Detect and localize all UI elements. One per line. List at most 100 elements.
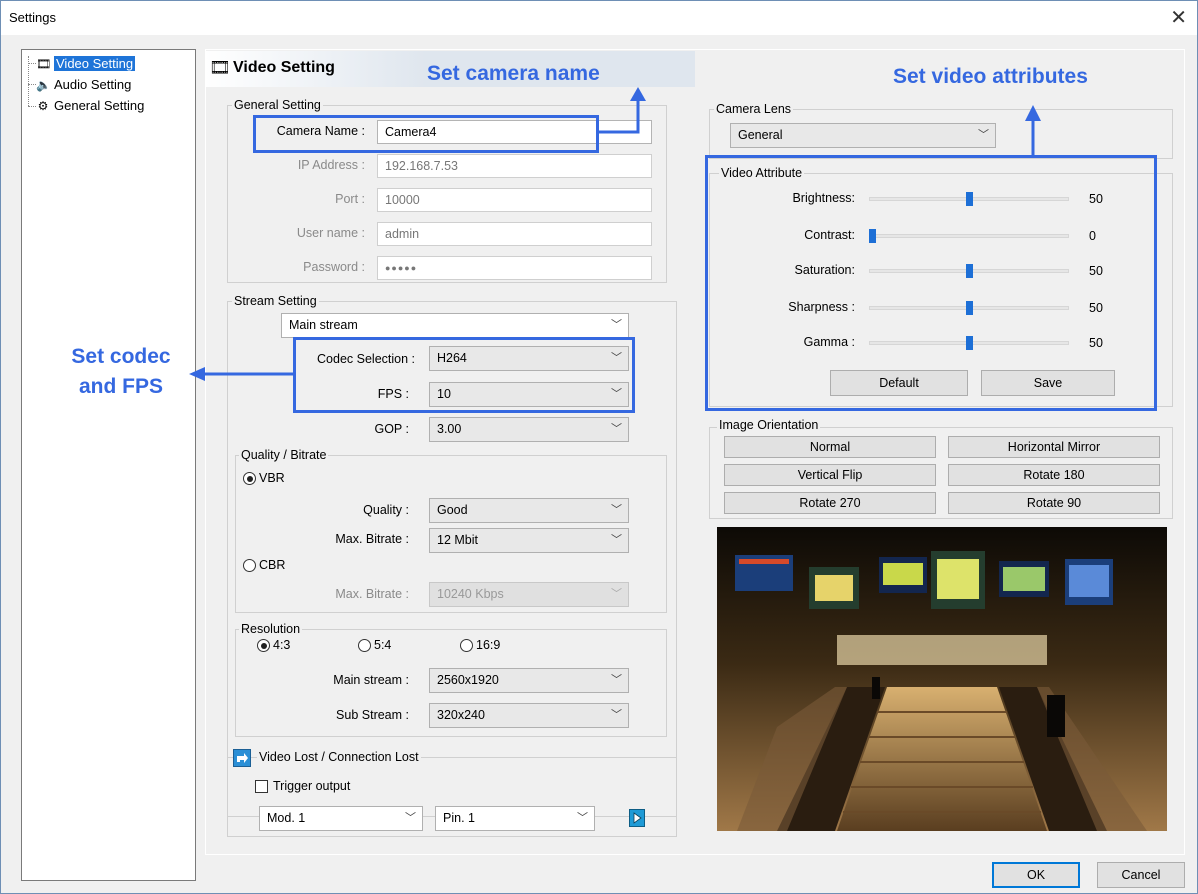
close-icon[interactable]: ✕ <box>1170 5 1187 30</box>
group-title: Quality / Bitrate <box>239 448 329 462</box>
camera-lens-select[interactable]: General ﹀ <box>730 123 996 148</box>
codec-fps-arrow <box>189 367 295 381</box>
cbr-max-bitrate-value: 10240 Kbps <box>437 587 504 601</box>
group-title: Image Orientation <box>717 418 821 432</box>
quality-select-value: Good <box>437 503 468 517</box>
rotate-180-button[interactable]: Rotate 180 <box>948 464 1160 486</box>
tree-item-label: General Setting <box>54 98 145 113</box>
horizontal-mirror-button[interactable]: Horizontal Mirror <box>948 436 1160 458</box>
group-title: Resolution <box>239 622 303 636</box>
export-icon[interactable] <box>233 749 251 767</box>
max-bitrate-label: Max. Bitrate : <box>335 532 409 546</box>
group-title: Video Lost / Connection Lost <box>257 750 421 764</box>
video-attributes-callout: Set video attributes <box>893 65 1088 88</box>
trigger-output-checkbox[interactable] <box>255 780 268 793</box>
chevron-down-icon: ﹀ <box>611 423 622 435</box>
stream-select-value: Main stream <box>289 318 358 332</box>
quality-select[interactable]: Good ﹀ <box>429 498 629 523</box>
sub-stream-resolution-select[interactable]: 320x240 ﹀ <box>429 703 629 728</box>
mod-select[interactable]: Mod. 1 ﹀ <box>259 806 423 831</box>
tree-item-video-setting[interactable]: 🎞 Video Setting <box>36 55 136 73</box>
pin-select-value: Pin. 1 <box>443 811 475 825</box>
chevron-down-icon: ﹀ <box>611 674 622 686</box>
film-icon: 🎞 <box>209 58 231 77</box>
main-stream-label: Main stream : <box>333 673 409 687</box>
quality-label: Quality : <box>363 503 409 517</box>
max-bitrate-select[interactable]: 12 Mbit ﹀ <box>429 528 629 553</box>
vbr-radio[interactable] <box>243 472 256 485</box>
group-title: Stream Setting <box>232 294 319 308</box>
vbr-label: VBR <box>259 471 285 485</box>
video-attributes-highlight <box>705 155 1157 411</box>
chevron-down-icon: ﹀ <box>611 588 622 600</box>
mod-select-value: Mod. 1 <box>267 811 306 825</box>
gop-select-value: 3.00 <box>437 422 462 436</box>
cbr-max-bitrate-label: Max. Bitrate : <box>335 587 409 601</box>
codec-fps-callout-line2: and FPS <box>78 375 163 398</box>
vertical-flip-button[interactable]: Vertical Flip <box>724 464 936 486</box>
main-stream-resolution-value: 2560x1920 <box>437 673 499 687</box>
chevron-down-icon: ﹀ <box>405 812 416 824</box>
sub-stream-resolution-value: 320x240 <box>437 708 485 722</box>
settings-window: Settings ✕ 🎞 Video Setting 🔈 Audio Setting… <box>0 0 1198 894</box>
tree-connector <box>28 63 36 64</box>
trigger-output-label: Trigger output <box>273 779 351 793</box>
video-attributes-arrow <box>1025 105 1041 157</box>
tree-connector <box>28 84 36 85</box>
camera-name-highlight <box>253 115 599 153</box>
chevron-down-icon: ﹀ <box>611 709 622 721</box>
max-bitrate-select-value: 12 Mbit <box>437 533 478 547</box>
tree-item-audio-setting[interactable]: 🔈 Audio Setting <box>36 76 131 94</box>
tree-item-label: Audio Setting <box>54 77 132 92</box>
ratio-5-4-radio[interactable] <box>358 639 371 652</box>
port-field[interactable]: 10000 <box>377 188 652 212</box>
speaker-icon: 🔈 <box>36 78 51 92</box>
cancel-button[interactable]: Cancel <box>1097 862 1185 888</box>
main-stream-resolution-select[interactable]: 2560x1920 ﹀ <box>429 668 629 693</box>
ratio-4-3-label: 4:3 <box>273 638 291 652</box>
settings-tree: 🎞 Video Setting 🔈 Audio Setting ⚙ General S… <box>21 49 196 881</box>
stream-select[interactable]: Main stream ﹀ <box>281 313 629 338</box>
preview-scene <box>717 527 1167 831</box>
gop-label: GOP : <box>374 422 409 436</box>
ratio-4-3-radio[interactable] <box>257 639 270 652</box>
camera-name-arrow <box>598 87 646 134</box>
port-label: Port : <box>335 192 365 206</box>
ratio-16-9-label: 16:9 <box>476 638 501 652</box>
play-arrow-icon[interactable] <box>629 809 645 827</box>
cbr-max-bitrate-select[interactable]: 10240 Kbps ﹀ <box>429 582 629 607</box>
rotate-270-button[interactable]: Rotate 270 <box>724 492 936 514</box>
cbr-radio[interactable] <box>243 559 256 572</box>
camera-name-callout: Set camera name <box>427 62 600 85</box>
user-name-field[interactable]: admin <box>377 222 652 246</box>
chevron-down-icon: ﹀ <box>611 504 622 516</box>
film-icon: 🎞 <box>36 57 52 71</box>
user-name-label: User name : <box>296 226 365 240</box>
chevron-down-icon: ﹀ <box>611 319 622 331</box>
camera-lens-value: General <box>738 128 783 142</box>
window-title: Settings <box>9 10 56 25</box>
chevron-down-icon: ﹀ <box>577 812 588 824</box>
title-bar: Settings ✕ <box>1 1 1197 35</box>
ip-address-label: IP Address : <box>297 158 365 172</box>
group-title: General Setting <box>232 98 323 112</box>
gop-select[interactable]: 3.00 ﹀ <box>429 417 629 442</box>
codec-fps-highlight <box>293 337 635 413</box>
chevron-down-icon: ﹀ <box>978 129 989 141</box>
tree-item-general-setting[interactable]: ⚙ General Setting <box>36 97 145 115</box>
gear-icon: ⚙ <box>37 99 49 113</box>
cbr-label: CBR <box>259 558 286 572</box>
ip-address-field[interactable]: 192.168.7.53 <box>377 154 652 178</box>
tree-connector <box>28 106 36 107</box>
panel-title: Video Setting <box>233 59 335 76</box>
ratio-16-9-radio[interactable] <box>460 639 473 652</box>
ratio-5-4-label: 5:4 <box>374 638 392 652</box>
pin-select[interactable]: Pin. 1 ﹀ <box>435 806 595 831</box>
group-title: Camera Lens <box>714 102 794 116</box>
password-label: Password : <box>303 260 365 274</box>
ok-button[interactable]: OK <box>992 862 1080 888</box>
rotate-90-button[interactable]: Rotate 90 <box>948 492 1160 514</box>
normal-button[interactable]: Normal <box>724 436 936 458</box>
password-field[interactable]: ●●●●● <box>377 256 652 280</box>
codec-fps-callout-line1: Set codec <box>71 345 171 368</box>
